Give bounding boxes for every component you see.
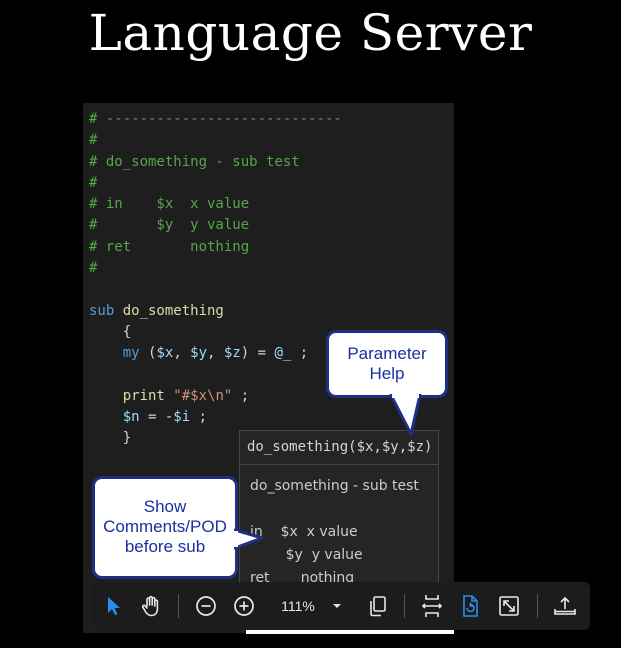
callout-pointer <box>389 394 422 436</box>
zoom-out-icon[interactable] <box>192 582 220 630</box>
fit-width-icon[interactable] <box>418 582 446 630</box>
code-line: $n = -$i ; <box>89 407 342 428</box>
callout-pointer <box>234 528 264 550</box>
code-line: print "#$x\n" ; <box>89 386 342 407</box>
viewer-toolbar: 111% <box>92 582 590 630</box>
code-block: # ---------------------------- # # do_some… <box>89 109 342 450</box>
hover-documentation: do_something - sub test in $x x value $y … <box>240 465 438 589</box>
code-token: { <box>89 323 132 340</box>
code-line: # ret nothing <box>89 238 250 255</box>
code-token: $x <box>156 345 174 362</box>
page-title: Language Server <box>88 4 533 62</box>
rotate-icon[interactable] <box>456 582 484 630</box>
code-token: ; <box>291 345 309 362</box>
code-line: # $y y value <box>89 217 250 234</box>
hand-pan-icon[interactable] <box>136 582 166 630</box>
zoom-dropdown-icon[interactable] <box>328 582 346 630</box>
code-line: # in $x x value <box>89 196 250 213</box>
zoom-in-icon[interactable] <box>230 582 258 630</box>
parameter-help-callout: Parameter Help <box>326 330 448 398</box>
show-comments-callout: Show Comments/POD before sub <box>92 476 238 579</box>
code-token: $z <box>223 345 241 362</box>
code-token: $y <box>190 345 208 362</box>
code-token: $n <box>89 409 140 426</box>
fullscreen-icon[interactable] <box>495 582 523 630</box>
code-token: ; <box>190 409 208 426</box>
toolbar-separator <box>178 594 179 618</box>
hover-doc-line <box>250 498 438 521</box>
code-line: { <box>89 322 342 343</box>
page-view-icon[interactable] <box>364 582 392 630</box>
hover-doc-line: $y y value <box>250 547 363 563</box>
select-pointer-icon[interactable] <box>100 582 128 630</box>
code-line: # ---------------------------- <box>89 111 342 127</box>
hover-signature: do_something($x,$y,$z) <box>240 431 438 465</box>
code-line: # <box>89 260 98 277</box>
code-token: @_ <box>274 345 292 362</box>
hover-doc-line: in $x x value <box>250 524 358 540</box>
code-line: # <box>89 132 98 149</box>
code-line: # do_something - sub test <box>89 153 300 170</box>
code-line: sub do_something <box>89 301 342 322</box>
code-line: # <box>89 174 98 191</box>
code-token: = - <box>139 409 174 426</box>
code-token: ) = <box>240 345 275 362</box>
code-line: my ($x, $y, $z) = @_ ; <box>89 343 342 364</box>
parameter-hover-popup: do_something($x,$y,$z) do_something - su… <box>239 430 439 590</box>
callout-line: Show <box>143 497 187 516</box>
zoom-level[interactable]: 111% <box>268 582 328 630</box>
hover-doc-line: do_something - sub test <box>250 478 419 494</box>
share-icon[interactable] <box>550 582 580 630</box>
code-token: } <box>89 430 132 447</box>
partial-caption-bar <box>246 630 454 634</box>
code-token: ; <box>232 387 250 404</box>
callout-line: before sub <box>124 537 206 556</box>
code-token: $i <box>173 409 191 426</box>
code-token: do_something <box>122 302 224 319</box>
code-token: sub <box>89 302 123 319</box>
toolbar-separator <box>404 594 405 618</box>
code-token: , <box>207 345 224 362</box>
toolbar-separator <box>537 594 538 618</box>
callout-line: Comments/POD <box>103 517 227 536</box>
code-token: , <box>173 345 191 362</box>
code-token: my <box>89 345 149 362</box>
callout-line: Parameter <box>347 344 427 363</box>
callout-line: Help <box>369 364 405 383</box>
code-token: print <box>89 387 174 404</box>
code-token: "#$x\n" <box>173 387 233 404</box>
